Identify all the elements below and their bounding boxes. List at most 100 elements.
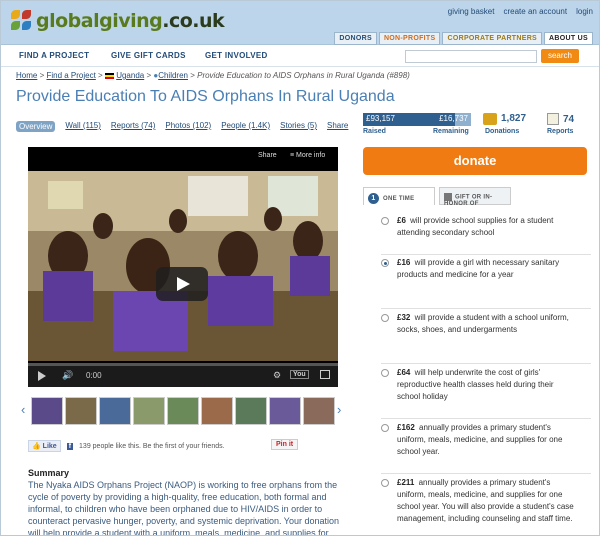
site-logo[interactable]: globalgiving.co.uk bbox=[11, 10, 225, 32]
social-bar: 👍 Like f 139 people like this. Be the fi… bbox=[28, 440, 225, 452]
chevron-right-icon[interactable]: › bbox=[337, 402, 341, 417]
video-frame bbox=[28, 171, 338, 361]
tab-corporate-partners[interactable]: CORPORATE PARTNERS bbox=[442, 32, 543, 45]
option-description: will help underwrite the cost of girls' … bbox=[397, 368, 554, 401]
option-amount: £64 bbox=[397, 368, 411, 377]
video-time: 0:00 bbox=[86, 371, 102, 380]
donation-option[interactable]: £32 will provide a student with a school… bbox=[381, 312, 591, 364]
page-title: Provide Education To AIDS Orphans In Rur… bbox=[16, 88, 395, 105]
raised-amount: £93,157 bbox=[366, 114, 395, 123]
step-number: 1 bbox=[368, 193, 379, 204]
site-header: globalgiving.co.uk giving basket create … bbox=[1, 1, 599, 45]
create-account-link[interactable]: create an account bbox=[503, 7, 567, 16]
play-icon[interactable] bbox=[38, 371, 46, 381]
option-description: will provide a student with a school uni… bbox=[397, 313, 569, 334]
youtube-icon[interactable]: You bbox=[290, 370, 309, 379]
login-link[interactable]: login bbox=[576, 7, 593, 16]
photo-thumb[interactable] bbox=[31, 397, 63, 425]
remaining-label: Remaining bbox=[433, 128, 469, 135]
option-text: £64 will help underwrite the cost of gir… bbox=[397, 367, 577, 403]
leaf-logo-icon bbox=[11, 10, 33, 32]
photo-carousel: ‹ › bbox=[21, 394, 349, 428]
video-more-info-label: More info bbox=[296, 152, 326, 159]
breadcrumb-country[interactable]: Uganda bbox=[116, 71, 144, 80]
photo-thumb[interactable] bbox=[133, 397, 165, 425]
tab-reports[interactable]: Reports (74) bbox=[111, 121, 155, 132]
photo-thumb[interactable] bbox=[303, 397, 335, 425]
tab-donors[interactable]: DONORS bbox=[334, 32, 377, 45]
donation-option[interactable]: £64 will help underwrite the cost of gir… bbox=[381, 367, 591, 419]
tab-photos[interactable]: Photos (102) bbox=[165, 121, 211, 132]
donations-label: Donations bbox=[485, 128, 520, 135]
pin-it-button[interactable]: Pin it bbox=[271, 439, 299, 450]
gift-icon bbox=[444, 193, 452, 201]
remaining-amount: £16,737 bbox=[439, 114, 468, 123]
giving-basket-link[interactable]: giving basket bbox=[448, 7, 495, 16]
chevron-left-icon[interactable]: ‹ bbox=[21, 402, 25, 417]
tab-one-time[interactable]: 1 ONE TIME bbox=[363, 187, 435, 205]
tab-gift-in-honor[interactable]: GIFT OR IN-HONOR OF bbox=[439, 187, 511, 207]
donate-button[interactable]: donate bbox=[363, 147, 587, 175]
summary-text: The Nyaka AIDS Orphans Project (NAOP) is… bbox=[28, 480, 340, 536]
option-text: £16 will provide a girl with necessary s… bbox=[397, 257, 577, 281]
tab-wall[interactable]: Wall (115) bbox=[65, 121, 101, 132]
option-amount: £6 bbox=[397, 216, 406, 225]
facebook-like-button[interactable]: 👍 Like bbox=[28, 440, 61, 452]
breadcrumb-find[interactable]: Find a Project bbox=[46, 71, 95, 80]
photo-thumb[interactable] bbox=[99, 397, 131, 425]
search-input[interactable] bbox=[405, 50, 537, 63]
logo-main: globalgiving bbox=[36, 10, 163, 32]
option-description: annually provides a primary student's un… bbox=[397, 423, 563, 456]
fullscreen-icon[interactable] bbox=[320, 370, 330, 379]
option-description: will provide school supplies for a stude… bbox=[397, 216, 554, 237]
tab-stories[interactable]: Stories (5) bbox=[280, 121, 317, 132]
page: globalgiving.co.uk giving basket create … bbox=[0, 0, 600, 536]
tab-about-us[interactable]: ABOUT US bbox=[544, 32, 593, 45]
donation-option[interactable]: £162 annually provides a primary student… bbox=[381, 422, 591, 474]
volume-icon[interactable]: 🔊 bbox=[62, 370, 73, 381]
settings-icon[interactable]: ⚙ bbox=[273, 370, 281, 381]
uganda-flag-icon bbox=[104, 72, 114, 79]
audience-tabs: DONORS NON-PROFITS CORPORATE PARTNERS AB… bbox=[334, 32, 593, 45]
reports-label: Reports bbox=[547, 128, 574, 135]
breadcrumb: Home > Find a Project > Uganda > ●Childr… bbox=[16, 71, 410, 80]
option-radio[interactable] bbox=[381, 259, 389, 267]
summary-heading: Summary bbox=[28, 468, 70, 478]
one-time-label: ONE TIME bbox=[383, 196, 415, 203]
search-button[interactable]: search bbox=[541, 49, 579, 63]
option-radio[interactable] bbox=[381, 479, 389, 487]
video-progress[interactable] bbox=[28, 363, 338, 366]
breadcrumb-home[interactable]: Home bbox=[16, 71, 37, 80]
tab-people[interactable]: People (1.4K) bbox=[221, 121, 270, 132]
option-text: £6 will provide school supplies for a st… bbox=[397, 215, 577, 239]
option-radio[interactable] bbox=[381, 217, 389, 225]
option-amount: £16 bbox=[397, 258, 411, 267]
breadcrumb-theme[interactable]: Children bbox=[158, 71, 188, 80]
logo-suffix: .co.uk bbox=[162, 10, 225, 32]
photo-thumb[interactable] bbox=[235, 397, 267, 425]
nav-gift-cards[interactable]: GIVE GIFT CARDS bbox=[111, 51, 186, 60]
play-button[interactable] bbox=[156, 267, 208, 301]
tab-share[interactable]: Share bbox=[327, 121, 348, 132]
photo-thumb[interactable] bbox=[65, 397, 97, 425]
photo-thumb[interactable] bbox=[269, 397, 301, 425]
option-radio[interactable] bbox=[381, 424, 389, 432]
tab-overview[interactable]: Overview bbox=[16, 121, 56, 132]
option-radio[interactable] bbox=[381, 369, 389, 377]
video-share-link[interactable]: Share bbox=[258, 152, 277, 159]
tab-non-profits[interactable]: NON-PROFITS bbox=[378, 32, 441, 45]
project-tabs: Overview Wall (115) Reports (74) Photos … bbox=[16, 121, 348, 132]
option-amount: £32 bbox=[397, 313, 411, 322]
donation-option[interactable]: £211 annually provides a primary student… bbox=[381, 477, 591, 535]
nav-find-project[interactable]: FIND A PROJECT bbox=[19, 51, 89, 60]
nav-get-involved[interactable]: GET INVOLVED bbox=[205, 51, 268, 60]
donation-option[interactable]: £16 will provide a girl with necessary s… bbox=[381, 257, 591, 309]
funding-stats: £93,157 £16,737 Raised Remaining 1,827 D… bbox=[363, 113, 583, 141]
photo-thumb[interactable] bbox=[201, 397, 233, 425]
video-more-info[interactable]: ≡ More info bbox=[290, 152, 325, 159]
option-text: £162 annually provides a primary student… bbox=[397, 422, 577, 458]
photo-thumb[interactable] bbox=[167, 397, 199, 425]
donation-option[interactable]: £6 will provide school supplies for a st… bbox=[381, 215, 591, 255]
video-player[interactable]: Share ≡ More info 🔊 0:00 ⚙ You bbox=[28, 147, 338, 387]
option-radio[interactable] bbox=[381, 314, 389, 322]
